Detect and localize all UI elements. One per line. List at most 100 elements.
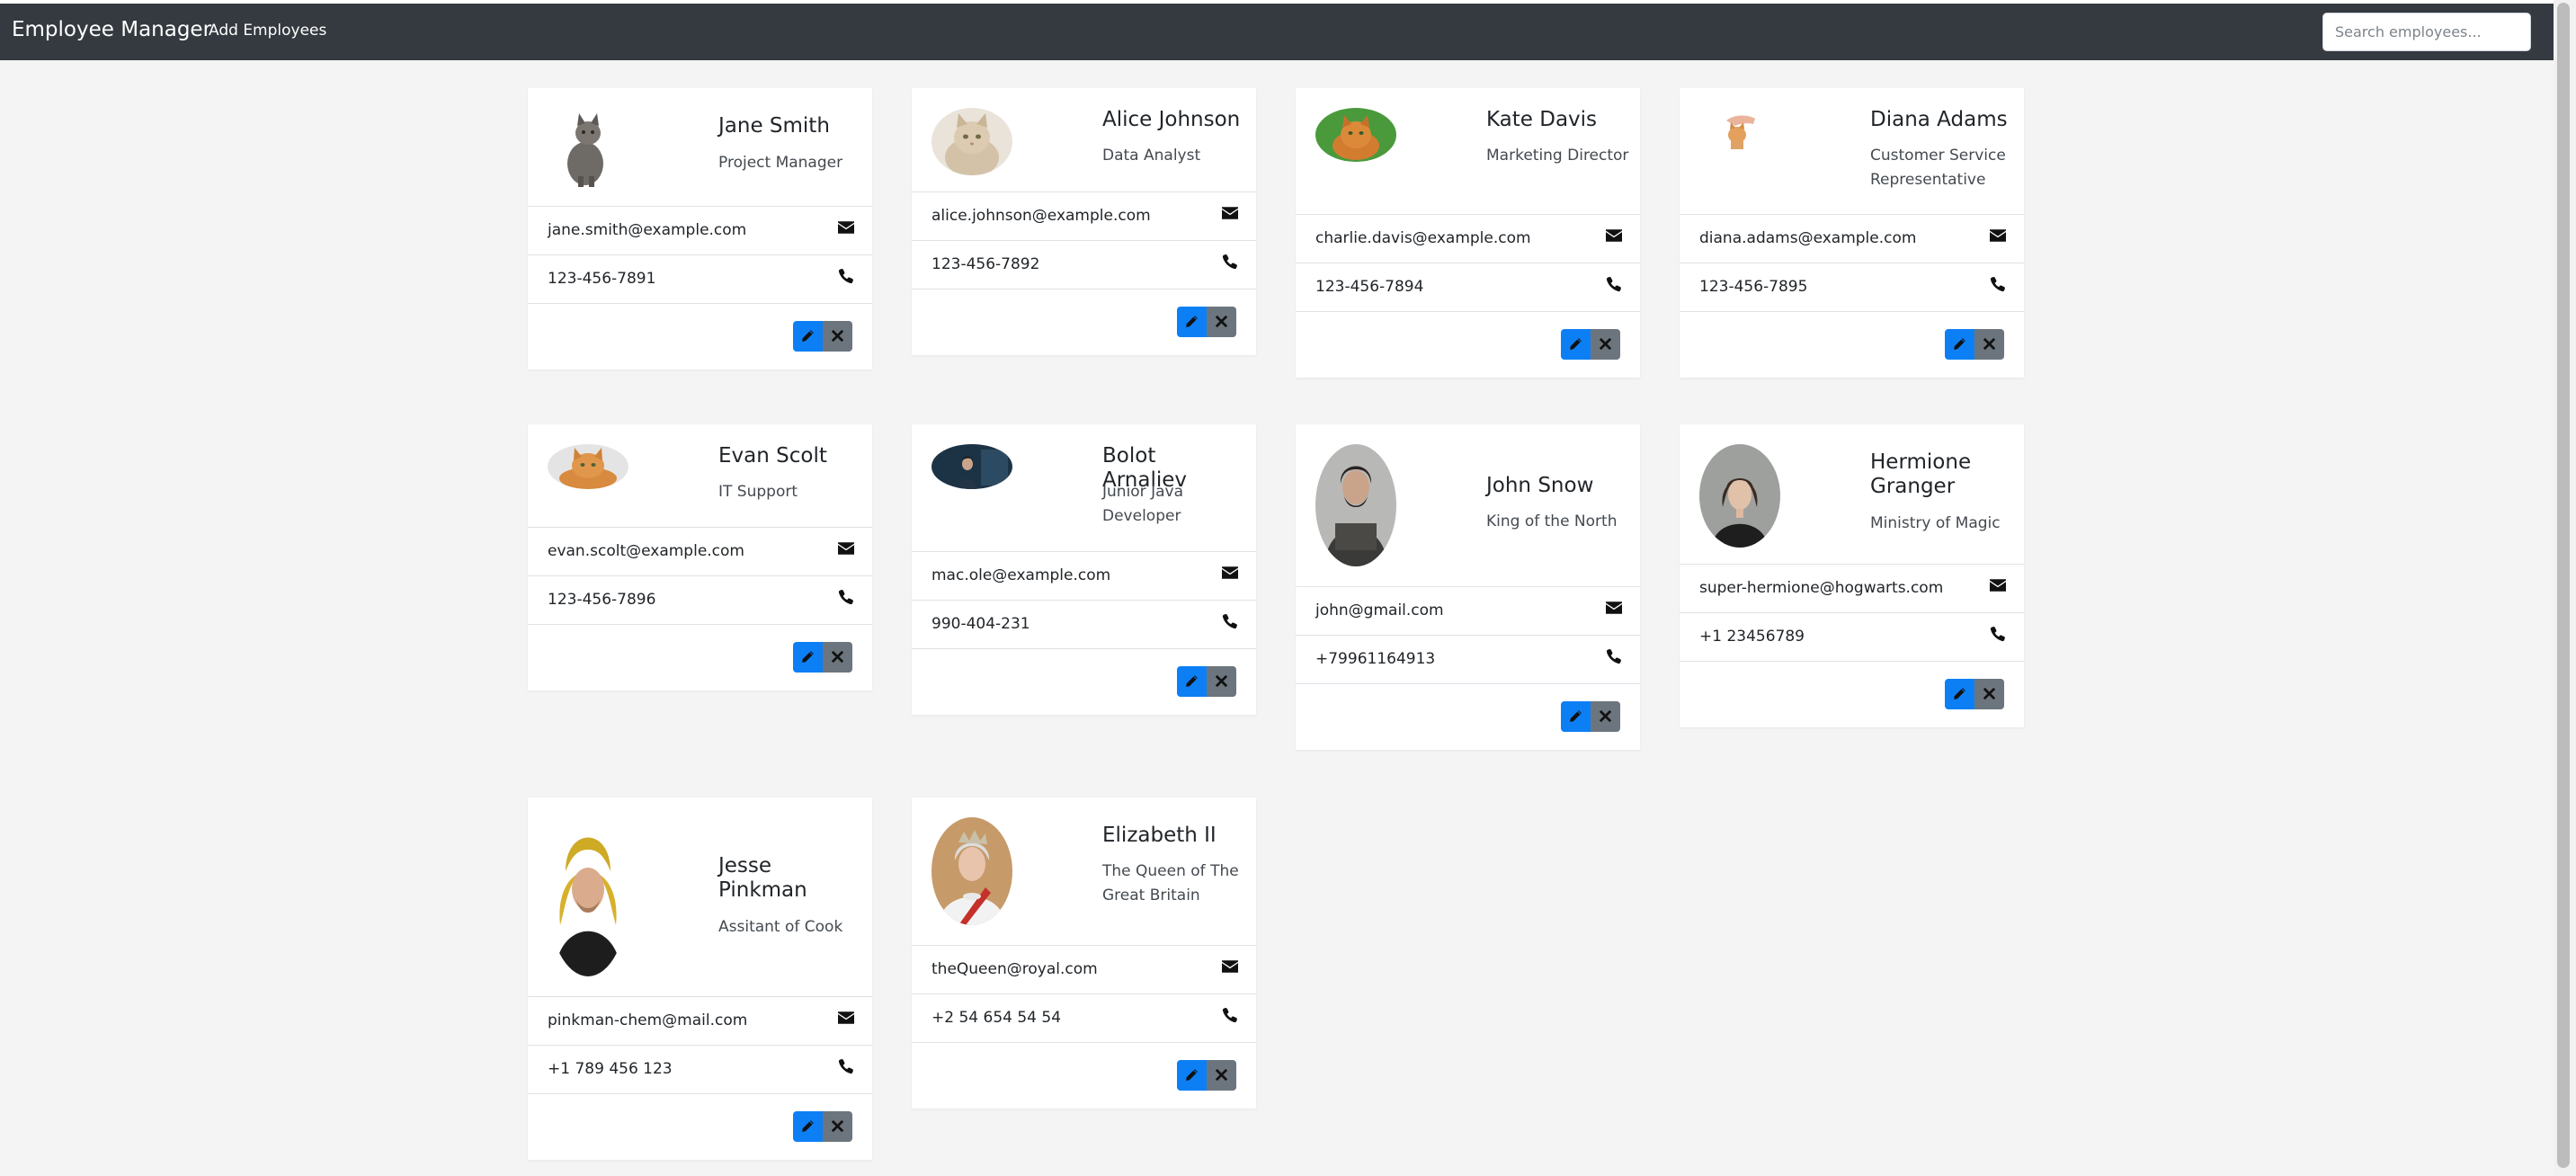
edit-button[interactable] [793, 1111, 823, 1142]
delete-button[interactable] [823, 321, 852, 352]
pencil-icon [1953, 337, 1966, 351]
card-footer [912, 289, 1256, 355]
employee-name: Hermione Granger [1870, 450, 1972, 498]
avatar [548, 444, 628, 489]
phone-icon [838, 268, 854, 284]
employee-position: IT Support [718, 483, 798, 501]
employee-position: Junior Java Developer [1102, 483, 1183, 525]
edit-button[interactable] [1945, 679, 1974, 709]
email-row: jane.smith@example.com [528, 206, 872, 254]
close-icon [831, 329, 844, 343]
employee-phone: +79961164913 [1315, 650, 1436, 668]
action-buttons [1561, 329, 1620, 360]
employee-card: John Snow King of the North john@gmail.c… [1296, 424, 1640, 750]
search-input[interactable] [2322, 13, 2531, 51]
card-footer [1296, 311, 1640, 378]
pencil-icon [1185, 315, 1199, 328]
employee-email: jane.smith@example.com [548, 221, 747, 239]
card-footer [1680, 311, 2024, 378]
avatar [548, 108, 628, 189]
employee-position: Project Manager [718, 154, 843, 172]
employee-card: Jesse Pinkman Assitant of Cook pinkman-c… [528, 797, 872, 1160]
employee-name: Jesse Pinkman [718, 854, 807, 902]
employee-card: Hermione Granger Ministry of Magic super… [1680, 424, 2024, 727]
close-icon [1983, 337, 1996, 351]
delete-button[interactable] [1207, 666, 1236, 697]
edit-button[interactable] [1177, 1060, 1207, 1091]
card-footer [1680, 661, 2024, 727]
employee-position: The Queen of The Great Britain [1102, 862, 1239, 904]
phone-row: +1 789 456 123 [528, 1045, 872, 1093]
employee-card: Alice Johnson Data Analyst alice.johnson… [912, 88, 1256, 355]
employee-card: Evan Scolt IT Support evan.scolt@example… [528, 424, 872, 690]
close-icon [1215, 1068, 1228, 1082]
card-header: Alice Johnson Data Analyst [912, 88, 1256, 192]
pencil-icon [1569, 337, 1582, 351]
phone-icon [838, 1058, 854, 1074]
avatar [1315, 108, 1396, 162]
phone-icon [1990, 276, 2006, 292]
add-employees-link[interactable]: Add Employees [209, 21, 326, 40]
phone-row: +2 54 654 54 54 [912, 993, 1256, 1042]
phone-row: 123-456-7891 [528, 254, 872, 303]
card-footer [1296, 683, 1640, 750]
close-icon [831, 650, 844, 664]
edit-button[interactable] [1561, 701, 1591, 732]
brand-link[interactable]: Employee Manager [12, 16, 211, 43]
delete-button[interactable] [1974, 329, 2004, 360]
card-header: Bolot Arnaliev Junior Java Developer [912, 424, 1256, 551]
phone-row: +79961164913 [1296, 635, 1640, 683]
phone-icon [1606, 648, 1622, 664]
employee-phone: 990-404-231 [931, 615, 1030, 633]
employee-name: John Snow [1486, 474, 1594, 497]
phone-icon [1222, 1007, 1238, 1023]
card-header: Kate Davis Marketing Director [1296, 88, 1640, 214]
employee-phone: +2 54 654 54 54 [931, 1009, 1062, 1027]
employee-name: Jane Smith [718, 114, 830, 138]
delete-button[interactable] [1207, 307, 1236, 337]
edit-button[interactable] [1561, 329, 1591, 360]
avatar [931, 817, 1012, 925]
employee-phone: +1 23456789 [1699, 628, 1805, 646]
pencil-icon [801, 650, 815, 664]
card-footer [528, 624, 872, 690]
edit-button[interactable] [1177, 666, 1207, 697]
delete-button[interactable] [1974, 679, 2004, 709]
delete-button[interactable] [1591, 701, 1620, 732]
close-icon [1983, 687, 1996, 700]
card-footer [528, 303, 872, 370]
delete-button[interactable] [1207, 1060, 1236, 1091]
close-icon [1599, 709, 1612, 723]
delete-button[interactable] [1591, 329, 1620, 360]
edit-button[interactable] [793, 321, 823, 352]
employee-name: Alice Johnson [1102, 108, 1241, 131]
employee-email: alice.johnson@example.com [931, 207, 1151, 225]
employee-card: Diana Adams Customer Service Representat… [1680, 88, 2024, 378]
card-header: Diana Adams Customer Service Representat… [1680, 88, 2024, 214]
card-header: Evan Scolt IT Support [528, 424, 872, 527]
envelope-icon [1222, 958, 1238, 975]
edit-button[interactable] [1945, 329, 1974, 360]
envelope-icon [838, 1010, 854, 1026]
employee-phone: 123-456-7892 [931, 255, 1040, 273]
card-header: Jesse Pinkman Assitant of Cook [528, 797, 872, 996]
email-row: alice.johnson@example.com [912, 192, 1256, 240]
employee-position: Assitant of Cook [718, 918, 843, 936]
phone-row: 123-456-7892 [912, 240, 1256, 289]
edit-button[interactable] [793, 642, 823, 673]
avatar [1699, 104, 1780, 158]
pencil-icon [801, 1119, 815, 1133]
delete-button[interactable] [823, 642, 852, 673]
card-header: John Snow King of the North [1296, 424, 1640, 586]
card-header: Jane Smith Project Manager [528, 88, 872, 206]
envelope-icon [1222, 565, 1238, 581]
employee-name: Evan Scolt [718, 444, 827, 468]
scrollbar-thumb[interactable] [2557, 3, 2570, 1168]
employee-email: theQueen@royal.com [931, 960, 1098, 978]
delete-button[interactable] [823, 1111, 852, 1142]
email-row: pinkman-chem@mail.com [528, 996, 872, 1045]
email-row: john@gmail.com [1296, 586, 1640, 635]
phone-row: 990-404-231 [912, 600, 1256, 648]
edit-button[interactable] [1177, 307, 1207, 337]
phone-row: 123-456-7895 [1680, 263, 2024, 311]
